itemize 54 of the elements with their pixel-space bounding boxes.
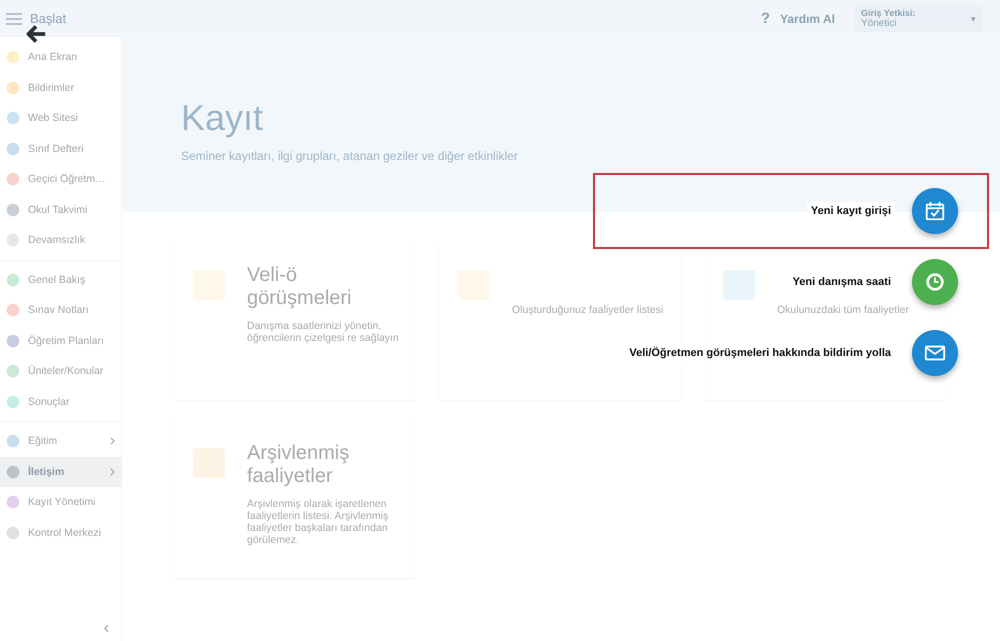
sidebar-item[interactable]: Sonuçlar xyxy=(0,386,121,417)
circle-icon xyxy=(6,303,20,318)
sidebar-item[interactable]: Sınıf Defteri xyxy=(0,134,121,164)
activity-card[interactable]: Arşivlenmiş faaliyetler Arşivlenmiş olarak işaretlenen faaliyetlerin listesi. Arşivlenmiş faaliyetler başkaları tarafından görülemez. xyxy=(175,418,415,578)
card-description: Oluşturduğunuz faaliyetler listesi xyxy=(512,304,664,316)
card-description: Arşivlenmiş olarak işaretlenen faaliyetlerin listesi. Arşivlenmiş faaliyetler başkaları tarafından görülemez. xyxy=(247,498,390,546)
sidebar-item[interactable]: Öğretim Planları xyxy=(0,326,121,356)
calendar-check-icon xyxy=(924,200,946,222)
sidebar-item[interactable]: Bildirimler xyxy=(0,72,121,103)
card-title: Arşivlenmiş faaliyetler xyxy=(247,442,350,488)
card-description: Okulunuzdaki tüm faaliyetler xyxy=(777,304,909,316)
clock-icon xyxy=(924,271,946,293)
speed-dial-menu[interactable] xyxy=(912,188,958,234)
circle-icon xyxy=(6,434,20,448)
sidebar-item[interactable]: Sınav Notları xyxy=(0,295,121,326)
chevron-icon xyxy=(110,437,115,446)
collapse-icon[interactable] xyxy=(104,624,109,633)
sidebar-item[interactable]: Okul Takvimi xyxy=(0,194,121,225)
circle-icon xyxy=(6,80,20,95)
sidebar-item[interactable]: Üniteler/Konular xyxy=(0,356,121,386)
page-subtitle: Seminer kayıtları, ilgi grupları, atanan geziler ve diğer etkinlikler xyxy=(181,149,519,163)
circle-icon xyxy=(6,464,20,479)
circle-icon xyxy=(6,526,20,540)
circle-icon xyxy=(6,111,20,126)
activity-card[interactable]: Veli-ö görüşmeleri Danışma saatlerinizi yönetin, öğrencilerin çizelgesi re sağlayın xyxy=(175,240,415,400)
back-arrow-icon[interactable] xyxy=(25,24,47,44)
sidebar-item[interactable]: Eğitim xyxy=(0,426,121,456)
circle-icon xyxy=(6,233,20,248)
help-link[interactable]: Yardım Al xyxy=(780,12,835,26)
help-icon[interactable]: ? xyxy=(760,10,770,27)
sidebar-item[interactable]: İletişim xyxy=(0,456,121,487)
circle-icon xyxy=(6,142,20,156)
sidebar-item[interactable]: Geçici Öğretm… xyxy=(0,164,121,194)
card-title: Veli-ö görüşmeleri xyxy=(247,264,352,310)
chevron-icon xyxy=(110,468,115,476)
sidebar-item[interactable]: Kontrol Merkezi xyxy=(0,518,121,548)
page-title: Kayıt xyxy=(181,97,264,139)
menu-icon[interactable] xyxy=(6,12,22,24)
circle-icon xyxy=(6,272,20,287)
circle-icon xyxy=(6,202,20,217)
circle-icon xyxy=(6,364,20,378)
circle-icon xyxy=(6,495,20,510)
circle-icon xyxy=(6,334,20,348)
card-description: Danışma saatlerinizi yönetin, öğrencilerin çizelgesi re sağlayın xyxy=(247,320,400,344)
role-dropdown[interactable]: Giriş Yetkisi: Yönetici ▾ xyxy=(855,5,982,32)
sidebar-item[interactable]: Kayıt Yönetimi xyxy=(0,487,121,518)
circle-icon xyxy=(6,394,20,409)
sidebar-item[interactable]: Genel Bakış xyxy=(0,264,121,295)
app-title: Başlat xyxy=(30,11,66,26)
circle-icon xyxy=(6,50,20,64)
sidebar-item[interactable]: Web Sitesi xyxy=(0,103,121,134)
sidebar-item[interactable]: Devamsızlık xyxy=(0,225,121,256)
sidebar-item[interactable]: Ana Ekran xyxy=(0,42,121,72)
circle-icon xyxy=(6,172,20,186)
